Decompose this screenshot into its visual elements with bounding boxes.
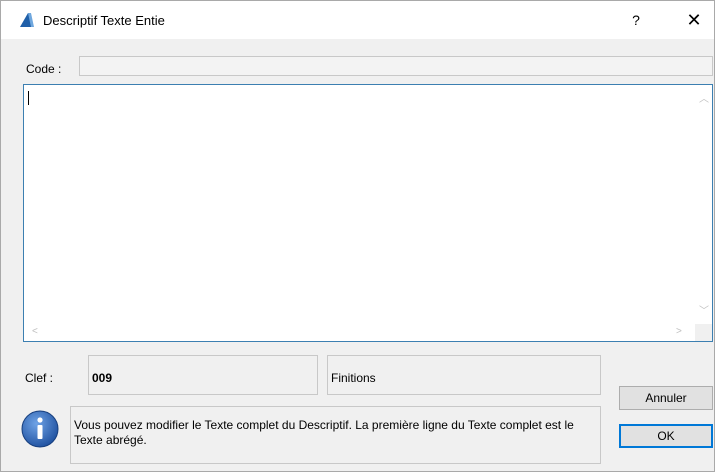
title-bar: Descriptif Texte Entie ? ✕ bbox=[1, 1, 714, 39]
text-caret bbox=[28, 91, 29, 105]
code-label: Code : bbox=[26, 62, 62, 76]
scroll-right-arrow-icon[interactable]: > bbox=[676, 327, 682, 337]
clef-label: Clef : bbox=[25, 371, 54, 385]
description-text-area[interactable]: ︿ ﹀ < > bbox=[23, 84, 713, 342]
message-box: Vous pouvez modifier le Texte complet du… bbox=[70, 406, 601, 464]
scroll-up-arrow-icon[interactable]: ︿ bbox=[699, 95, 709, 105]
app-icon bbox=[20, 13, 34, 27]
window-title: Descriptif Texte Entie bbox=[43, 13, 165, 28]
category-field: Finitions bbox=[327, 355, 601, 395]
help-button[interactable]: ? bbox=[621, 7, 651, 33]
scroll-down-arrow-icon[interactable]: ﹀ bbox=[699, 307, 709, 317]
cancel-button[interactable]: Annuler bbox=[619, 386, 713, 410]
clef-value: 009 bbox=[92, 371, 113, 385]
message-text: Vous pouvez modifier le Texte complet du… bbox=[74, 418, 574, 447]
close-button[interactable]: ✕ bbox=[677, 7, 711, 33]
info-icon bbox=[21, 410, 59, 448]
category-value: Finitions bbox=[331, 371, 376, 385]
scroll-corner bbox=[695, 324, 712, 341]
horizontal-scrollbar[interactable]: < > bbox=[24, 324, 696, 341]
code-field[interactable] bbox=[79, 56, 713, 76]
ok-button[interactable]: OK bbox=[619, 424, 713, 448]
vertical-scrollbar[interactable]: ︿ ﹀ bbox=[695, 85, 712, 325]
clef-value-field: 009 bbox=[88, 355, 318, 395]
dialog-window: Descriptif Texte Entie ? ✕ Code : ︿ ﹀ < … bbox=[0, 0, 715, 472]
scroll-left-arrow-icon[interactable]: < bbox=[32, 327, 38, 337]
